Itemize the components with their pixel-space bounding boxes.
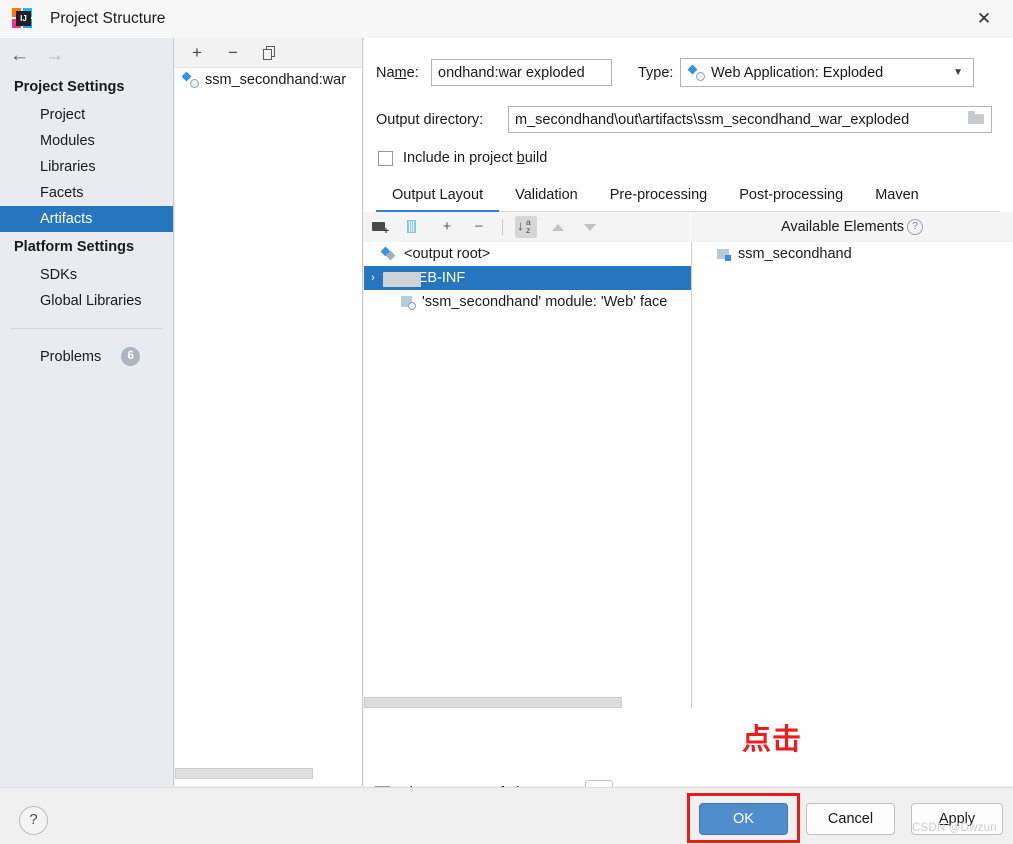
remove-element-button[interactable]: − xyxy=(468,216,490,238)
ok-button[interactable]: OK xyxy=(699,803,788,835)
tab-post-processing[interactable]: Post-processing xyxy=(723,183,859,211)
artifact-tabs: Output Layout Validation Pre-processing … xyxy=(376,183,1000,212)
add-archive-button[interactable] xyxy=(404,216,426,238)
artifact-detail-panel: Name: Type: Web Application: Exploded ▼ … xyxy=(364,38,1013,806)
available-elements-title: Available Elements xyxy=(780,219,905,235)
tree-row-label: <output root> xyxy=(404,246,491,262)
close-icon[interactable]: ✕ xyxy=(955,0,1013,37)
available-elements-tree: ssm_secondhand xyxy=(692,242,1013,708)
browse-folder-icon[interactable] xyxy=(968,111,986,127)
available-element-label: ssm_secondhand xyxy=(738,246,852,262)
sort-button[interactable]: ↓ a z xyxy=(515,216,537,238)
include-in-project-build-checkbox[interactable] xyxy=(378,150,393,166)
intellij-idea-logo-icon: IJ xyxy=(12,8,34,30)
output-directory-row: Output directory: xyxy=(364,87,1013,133)
folder-icon xyxy=(382,270,421,287)
logo-core-text: IJ xyxy=(16,11,31,26)
web-facet-icon xyxy=(400,294,416,310)
problems-count-badge: 6 xyxy=(121,347,141,366)
artifact-name-input[interactable] xyxy=(431,59,612,86)
tab-pre-processing[interactable]: Pre-processing xyxy=(594,183,724,211)
sidebar-item-problems[interactable]: Problems 6 xyxy=(0,329,173,366)
sidebar-item-modules[interactable]: Modules xyxy=(0,128,173,154)
add-folder-icon: + xyxy=(372,219,389,237)
add-folder-button[interactable]: + xyxy=(372,216,394,238)
name-label: Name: xyxy=(376,64,419,81)
triangle-down-icon xyxy=(584,223,596,231)
toolbar-divider xyxy=(502,219,503,235)
click-annotation: 点击 xyxy=(742,722,803,756)
cancel-button[interactable]: Cancel xyxy=(806,803,895,835)
output-tree-horizontal-scrollbar[interactable] xyxy=(364,697,622,708)
sidebar-item-facets[interactable]: Facets xyxy=(0,180,173,206)
move-down-button[interactable] xyxy=(579,216,601,238)
include-in-project-build-row[interactable]: Include in project build xyxy=(364,133,1013,166)
forward-arrow-icon[interactable]: → xyxy=(45,46,64,65)
artifact-item-label: ssm_secondhand:war xyxy=(205,72,347,88)
copy-icon xyxy=(262,45,276,60)
artifact-list-horizontal-scrollbar[interactable] xyxy=(175,768,313,779)
sidebar-item-libraries[interactable]: Libraries xyxy=(0,154,173,180)
output-directory-label: Output directory: xyxy=(376,111,484,128)
window-title: Project Structure xyxy=(50,10,166,27)
web-artifact-icon xyxy=(181,71,199,88)
artifact-list-toolbar: + − xyxy=(175,38,363,68)
web-application-icon xyxy=(687,64,705,81)
sidebar-section-project-settings: Project Settings xyxy=(14,79,125,95)
type-label: Type: xyxy=(638,64,674,81)
back-arrow-icon[interactable]: ← xyxy=(10,46,29,65)
add-archive-icon xyxy=(404,219,420,235)
title-bar: IJ Project Structure ✕ xyxy=(0,0,1013,39)
layout-split-panes: <output root> › WEB-INF 'ssm_secondhand'… xyxy=(364,242,1013,708)
sidebar-item-sdks[interactable]: SDKs xyxy=(0,262,173,288)
chevron-down-icon: ▼ xyxy=(953,67,963,78)
tab-maven[interactable]: Maven xyxy=(859,183,935,211)
artifact-list-item[interactable]: ssm_secondhand:war xyxy=(175,68,363,92)
available-elements-header: Available Elements ? xyxy=(691,212,1013,242)
output-directory-input[interactable] xyxy=(508,106,992,133)
tree-row[interactable]: › WEB-INF xyxy=(364,266,691,290)
include-in-project-build-label: Include in project build xyxy=(403,150,548,166)
tree-expander[interactable]: › xyxy=(364,272,382,284)
output-layout-area: + + − ↓ a z Available Elements ? <output… xyxy=(364,212,1013,708)
sidebar-item-global-libraries[interactable]: Global Libraries xyxy=(0,288,173,314)
settings-sidebar: ← → Project Settings Project Modules Lib… xyxy=(0,38,174,786)
problems-label: Problems xyxy=(40,348,102,365)
tree-row[interactable]: <output root> xyxy=(364,242,691,266)
sidebar-item-artifacts[interactable]: Artifacts xyxy=(0,206,173,232)
artifact-type-select[interactable]: Web Application: Exploded ▼ xyxy=(680,58,974,87)
triangle-up-icon xyxy=(552,223,564,231)
sidebar-item-project[interactable]: Project xyxy=(0,102,173,128)
artifact-list-panel: + − ssm_secondhand:war xyxy=(175,38,363,786)
sort-az-icon: ↓ a z xyxy=(517,217,531,235)
output-layout-tree: <output root> › WEB-INF 'ssm_secondhand'… xyxy=(364,242,692,708)
watermark-text: CSDN @Dwzun xyxy=(912,822,997,834)
name-row: Name: Type: Web Application: Exploded ▼ xyxy=(364,38,1013,87)
add-element-button[interactable]: + xyxy=(436,216,458,238)
help-question-icon[interactable]: ? xyxy=(907,219,924,235)
project-structure-dialog: IJ Project Structure ✕ ← → Project Setti… xyxy=(0,0,1013,844)
tree-row-label: 'ssm_secondhand' module: 'Web' face xyxy=(422,294,668,310)
list-item[interactable]: ssm_secondhand xyxy=(692,242,1013,266)
tree-row[interactable]: 'ssm_secondhand' module: 'Web' face xyxy=(364,290,691,314)
artifact-root-icon xyxy=(380,246,398,262)
tab-output-layout[interactable]: Output Layout xyxy=(376,183,500,212)
copy-artifact-button[interactable] xyxy=(259,43,279,63)
tab-validation[interactable]: Validation xyxy=(499,183,594,211)
output-layout-toolbar: + + − ↓ a z xyxy=(364,212,690,242)
move-up-button[interactable] xyxy=(547,216,569,238)
sidebar-section-platform-settings: Platform Settings xyxy=(14,239,135,255)
navigation-arrows: ← → xyxy=(0,38,173,72)
artifact-type-value: Web Application: Exploded xyxy=(711,64,884,81)
add-artifact-button[interactable]: + xyxy=(187,43,207,63)
help-button[interactable]: ? xyxy=(19,806,48,835)
module-icon xyxy=(716,246,732,262)
remove-artifact-button[interactable]: − xyxy=(223,43,243,63)
